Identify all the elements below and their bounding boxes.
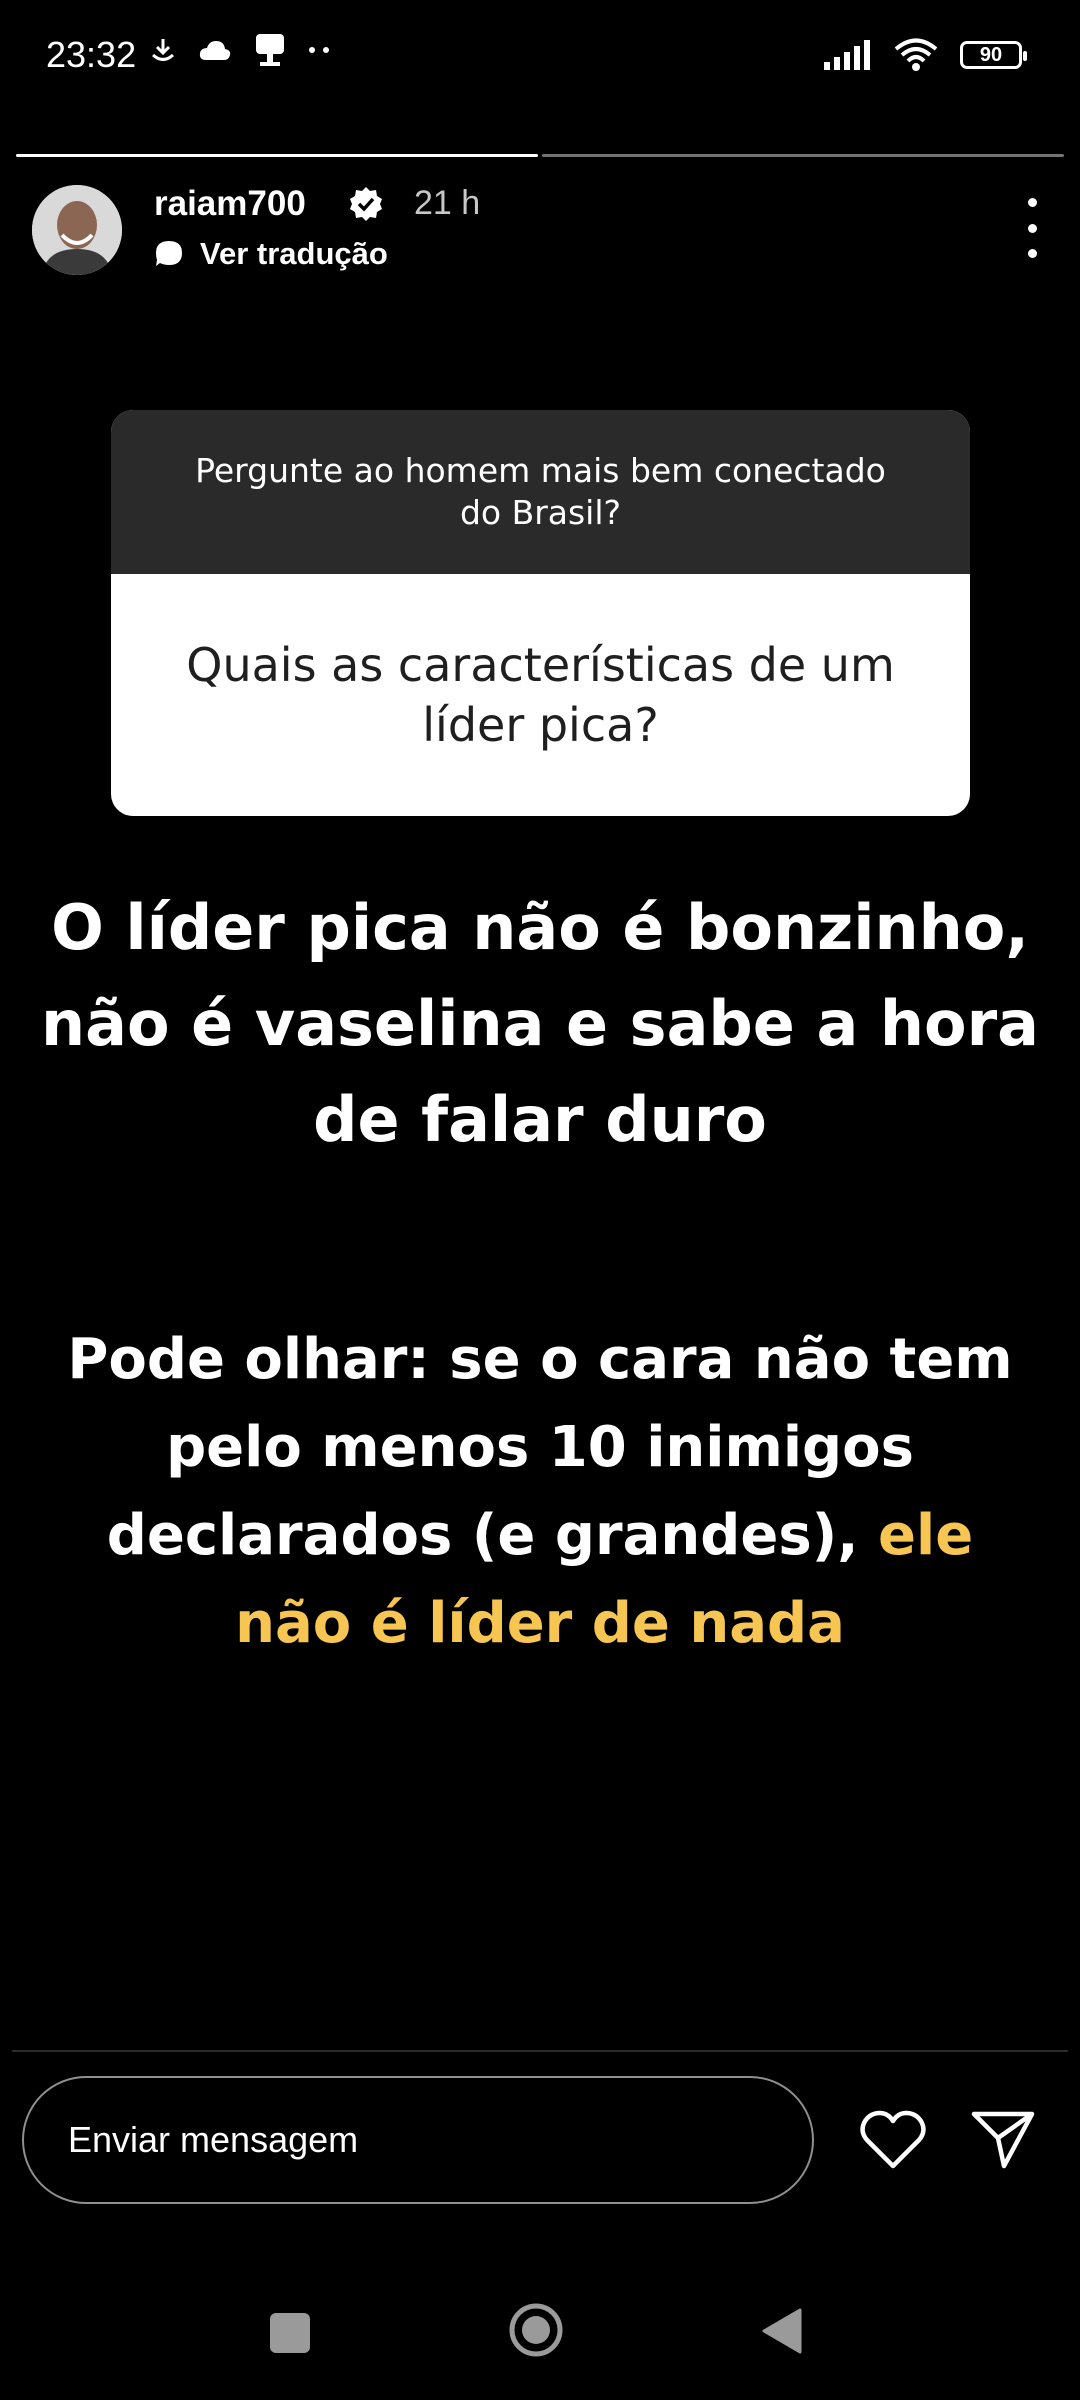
status-bar: 23:32 90	[0, 0, 1080, 110]
home-button[interactable]	[508, 2302, 564, 2358]
send-icon[interactable]	[970, 2108, 1036, 2170]
signal-icon	[824, 40, 870, 70]
translate-label: Ver tradução	[200, 236, 388, 271]
dots-icon	[309, 47, 329, 53]
story-header: raiam700 21 h Ver tradução	[0, 180, 1080, 290]
answer-paragraph-1: O líder pica não é bonzinho, não é vasel…	[40, 891, 1040, 1156]
story-progress-bar	[16, 154, 1064, 158]
time-ago: 21 h	[414, 184, 481, 222]
wifi-icon	[894, 38, 938, 71]
question-text: Quais as características de um líder pic…	[186, 638, 895, 752]
status-left-icons	[150, 32, 330, 68]
progress-segment	[16, 154, 538, 157]
back-button[interactable]	[760, 2306, 804, 2356]
avatar[interactable]	[32, 185, 122, 275]
more-dot	[1027, 223, 1037, 233]
profile-photo-icon	[32, 185, 122, 275]
question-prompt: Pergunte ao homem mais bem conectado do …	[111, 410, 970, 574]
more-dot	[1027, 198, 1037, 207]
speech-bubble-icon	[156, 241, 182, 266]
status-time: 23:32	[46, 34, 137, 75]
navigation-bar	[0, 2280, 1080, 2380]
heart-icon[interactable]	[858, 2108, 928, 2172]
mailbox-icon	[256, 34, 284, 66]
answer-paragraph-2-text: Pode olhar: se o cara não tem pelo menos…	[67, 1327, 1013, 1568]
more-dot	[1027, 249, 1037, 258]
recents-button[interactable]	[270, 2313, 310, 2353]
translate-button[interactable]: Ver tradução	[154, 236, 388, 272]
username[interactable]: raiam700	[154, 184, 306, 224]
answer-paragraph-2: Pode olhar: se o cara não tem pelo menos…	[40, 1316, 1040, 1668]
status-right-icons: 90	[824, 38, 1027, 72]
divider	[12, 2050, 1068, 2052]
more-options-button[interactable]	[1012, 198, 1052, 258]
verified-badge-icon	[350, 187, 382, 221]
question-sticker[interactable]: Pergunte ao homem mais bem conectado do …	[111, 410, 970, 816]
message-input[interactable]: Enviar mensagem	[22, 2076, 814, 2204]
battery-icon: 90	[960, 41, 1027, 69]
download-icon	[151, 39, 175, 61]
cloud-icon	[199, 41, 231, 60]
progress-segment	[542, 154, 1064, 157]
